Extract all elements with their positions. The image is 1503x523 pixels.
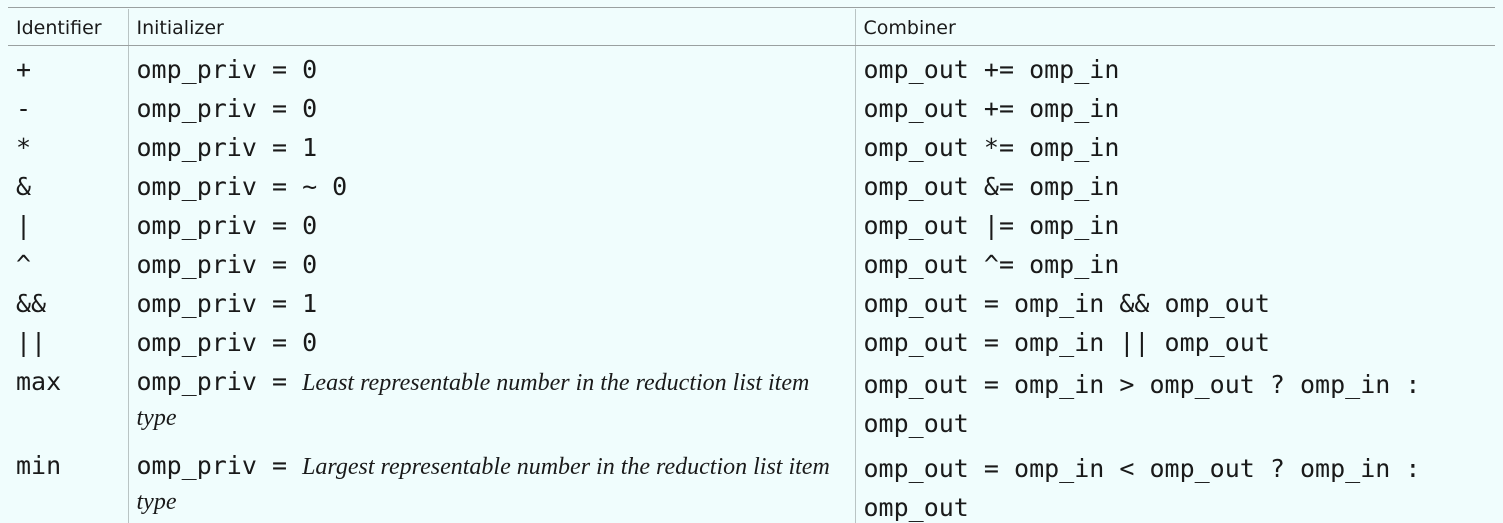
header-row: Identifier Initializer Combiner bbox=[8, 9, 1495, 46]
cell-identifier: ^ bbox=[16, 250, 32, 279]
table-body: + omp_priv = 0 omp_out += omp_in - omp_p… bbox=[8, 45, 1495, 523]
table-row: max omp_priv = Least representable numbe… bbox=[8, 359, 1495, 443]
header-identifier: Identifier bbox=[8, 9, 128, 46]
table-row: || omp_priv = 0 omp_out = omp_in || omp_… bbox=[8, 320, 1495, 359]
table-row: - omp_priv = 0 omp_out += omp_in bbox=[8, 86, 1495, 125]
table-row: & omp_priv = ~ 0 omp_out &= omp_in bbox=[8, 164, 1495, 203]
cell-identifier: max bbox=[16, 367, 62, 396]
cell-combiner: omp_out = omp_in < omp_out ? omp_in : om… bbox=[854, 443, 1495, 523]
cell-initializer: omp_priv = 0 bbox=[127, 86, 855, 125]
cell-initializer: omp_priv = 0 bbox=[127, 45, 855, 86]
initializer-code: omp_priv = bbox=[136, 367, 288, 396]
cell-initializer: omp_priv = Largest representable number … bbox=[127, 443, 855, 523]
cell-combiner: omp_out ^= omp_in bbox=[854, 242, 1495, 281]
cell-initializer: omp_priv = ~ 0 bbox=[127, 164, 855, 203]
cell-identifier: || bbox=[16, 328, 47, 357]
cell-identifier: * bbox=[16, 133, 32, 162]
cell-initializer: omp_priv = 1 bbox=[127, 281, 855, 320]
cell-initializer: omp_priv = 0 bbox=[127, 320, 855, 359]
cell-initializer: omp_priv = 0 bbox=[127, 203, 855, 242]
cell-combiner: omp_out = omp_in || omp_out bbox=[854, 320, 1495, 359]
initializer-code: omp_priv = bbox=[136, 451, 288, 480]
top-rule bbox=[8, 7, 1495, 8]
cell-identifier: + bbox=[16, 55, 32, 84]
table-row: min omp_priv = Largest representable num… bbox=[8, 443, 1495, 523]
cell-identifier: min bbox=[8, 443, 128, 523]
cell-initializer: omp_priv = 1 bbox=[127, 125, 855, 164]
cell-combiner: omp_out = omp_in && omp_out bbox=[854, 281, 1495, 320]
table-row: * omp_priv = 1 omp_out *= omp_in bbox=[8, 125, 1495, 164]
table-row: && omp_priv = 1 omp_out = omp_in && omp_… bbox=[8, 281, 1495, 320]
table-row: | omp_priv = 0 omp_out |= omp_in bbox=[8, 203, 1495, 242]
cell-initializer: omp_priv = Least representable number in… bbox=[127, 359, 855, 443]
table-row: ^ omp_priv = 0 omp_out ^= omp_in bbox=[8, 242, 1495, 281]
table-row: + omp_priv = 0 omp_out += omp_in bbox=[8, 45, 1495, 86]
cell-identifier: && bbox=[16, 289, 47, 318]
cell-combiner: omp_out = omp_in > omp_out ? omp_in : om… bbox=[854, 359, 1495, 443]
cell-combiner: omp_out += omp_in bbox=[854, 45, 1495, 86]
cell-combiner: omp_out &= omp_in bbox=[854, 164, 1495, 203]
cell-identifier: & bbox=[16, 172, 32, 201]
cell-initializer: omp_priv = 0 bbox=[127, 242, 855, 281]
cell-combiner: omp_out |= omp_in bbox=[854, 203, 1495, 242]
header-initializer: Initializer bbox=[127, 9, 855, 46]
cell-identifier: | bbox=[16, 211, 32, 240]
cell-combiner: omp_out *= omp_in bbox=[854, 125, 1495, 164]
table-header: Identifier Initializer Combiner bbox=[8, 9, 1495, 46]
cell-combiner: omp_out += omp_in bbox=[854, 86, 1495, 125]
reduction-identifiers-table: Identifier Initializer Combiner + omp_pr… bbox=[8, 9, 1495, 523]
cell-identifier: - bbox=[16, 94, 32, 123]
header-combiner: Combiner bbox=[854, 9, 1495, 46]
